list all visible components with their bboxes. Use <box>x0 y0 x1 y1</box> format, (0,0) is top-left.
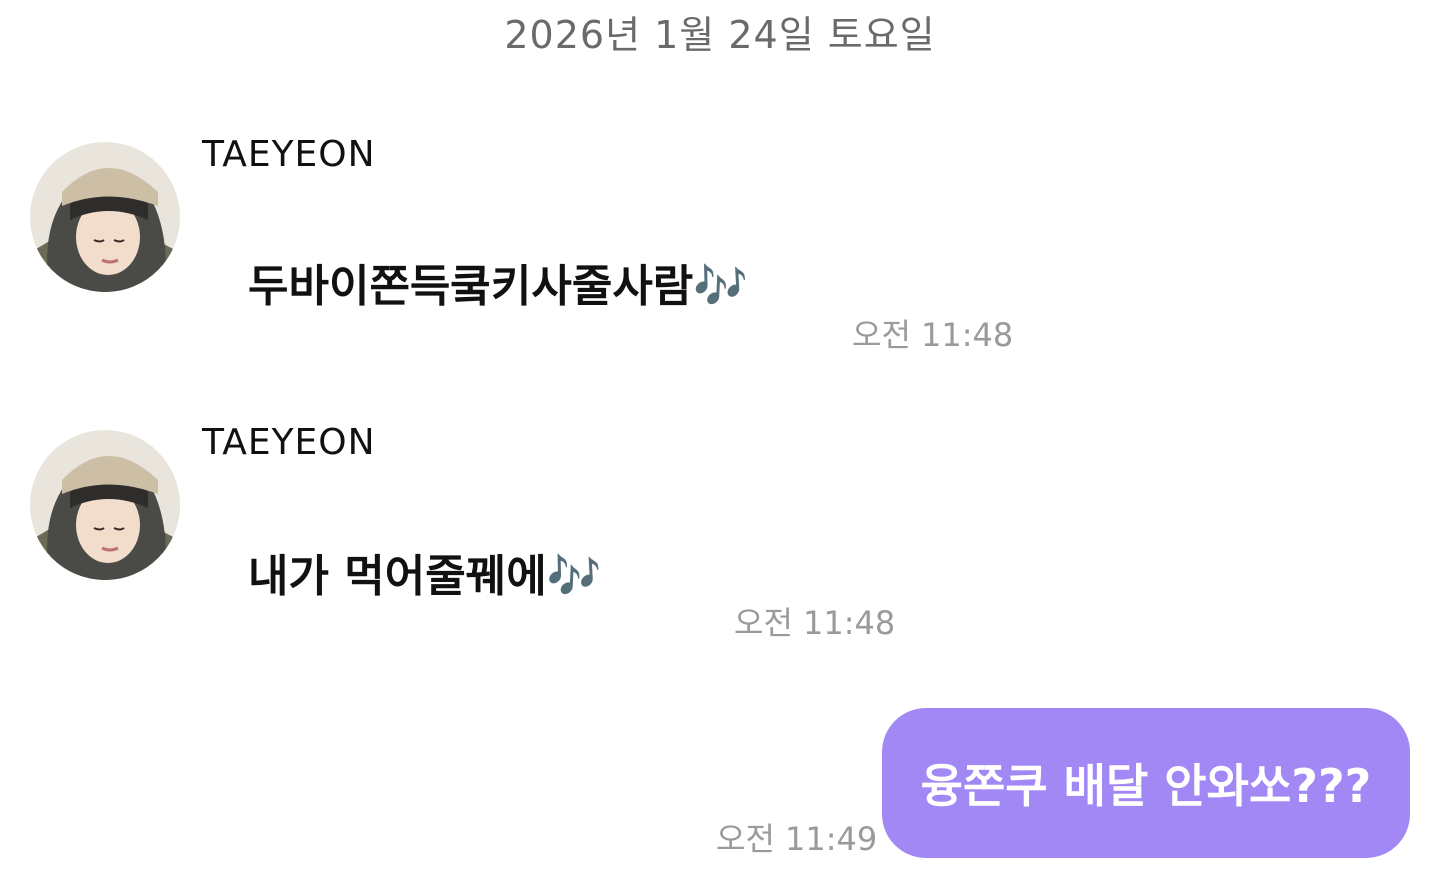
avatar-photo-icon <box>30 430 180 580</box>
message-text: 내가 먹어줄꿰에🎶 <box>248 540 601 604</box>
message-text: 두바이쫀득쿸키사줄사람🎶 <box>248 250 748 314</box>
avatar[interactable] <box>30 430 180 580</box>
chat-screen: 2026년 1월 24일 토요일 TAEYEON 두바이쫀득쿸키사줄사람🎶 오전… <box>0 0 1440 896</box>
avatar-photo-icon <box>30 142 180 292</box>
message-body: 내가 먹어줄꿰에 <box>248 551 547 602</box>
message-timestamp: 오전 11:48 <box>852 316 1014 354</box>
musical-notes-icon: 🎶 <box>693 261 749 312</box>
sender-name: TAEYEON <box>202 422 376 463</box>
outgoing-timestamp: 오전 11:49 <box>716 820 878 858</box>
message-body: 두바이쫀득쿸키사줄사람 <box>248 261 694 312</box>
message-timestamp: 오전 11:48 <box>734 604 896 642</box>
outgoing-message-bubble[interactable]: 융쫀쿠 배달 안와쏘??? <box>882 708 1410 858</box>
date-divider: 2026년 1월 24일 토요일 <box>504 13 936 57</box>
avatar[interactable] <box>30 142 180 292</box>
sender-name: TAEYEON <box>202 134 376 175</box>
outgoing-message-text: 융쫀쿠 배달 안와쏘??? <box>920 759 1372 813</box>
musical-notes-icon: 🎶 <box>546 551 602 602</box>
